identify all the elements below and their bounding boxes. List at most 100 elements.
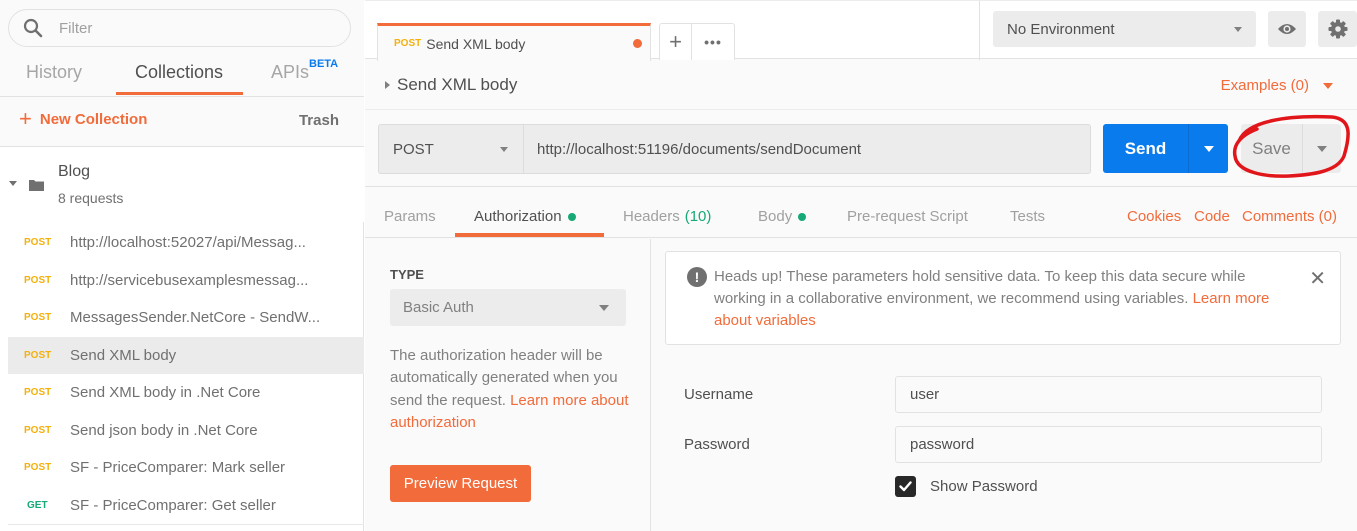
method-badge: POST [24, 462, 52, 474]
send-label: Send [1103, 124, 1189, 173]
tab-label: Body [758, 208, 793, 225]
tab-label: Pre-request Script [847, 208, 968, 225]
new-collection-label: New Collection [39, 110, 148, 128]
sidebar-tabs: History Collections APIs BETA [0, 52, 364, 97]
code-link[interactable]: Code [1194, 208, 1230, 225]
chevron-down-icon [1234, 27, 1242, 32]
close-icon[interactable]: ✕ [1309, 266, 1326, 291]
auth-description: The authorization header will be automat… [390, 345, 630, 434]
request-title-row: Send XML body Examples (0) [365, 60, 1357, 110]
send-options-button[interactable] [1189, 124, 1228, 173]
save-button[interactable]: Save [1241, 124, 1341, 173]
username-input[interactable] [910, 386, 1310, 403]
type-label: TYPE [390, 267, 424, 282]
filter-field[interactable] [8, 9, 351, 47]
cookies-link[interactable]: Cookies [1127, 208, 1181, 225]
tab-headers[interactable]: Headers (10) [623, 208, 711, 225]
environment-select[interactable]: No Environment [993, 11, 1256, 47]
collection-request-count: 8 requests [58, 190, 124, 206]
auth-type-panel: TYPE Basic Auth The authorization header… [365, 239, 651, 531]
new-collection-button[interactable]: + New Collection [19, 108, 148, 130]
tab-collections-label: Collections [135, 62, 224, 82]
examples-dropdown[interactable]: Examples (0) [1221, 77, 1333, 94]
folder-icon [29, 180, 44, 191]
method-select[interactable]: POST [378, 124, 524, 174]
method-badge: POST [24, 424, 52, 436]
eye-icon [1278, 24, 1296, 34]
method-badge: POST [24, 274, 52, 286]
tab-label: Headers [623, 208, 680, 225]
request-item-active[interactable]: POST Send XML body [8, 336, 364, 374]
request-name: http://localhost:52027/api/Messag... [70, 234, 306, 252]
password-field[interactable] [895, 426, 1322, 463]
ellipsis-icon: ••• [704, 34, 722, 50]
sidebar: History Collections APIsBETA + New Colle… [0, 0, 364, 531]
more-tabs-button[interactable]: ••• [692, 24, 734, 60]
environment-quick-look-button[interactable] [1268, 11, 1306, 47]
request-item[interactable]: POST Send json body in .Net Core [8, 412, 364, 450]
request-item[interactable]: GET SF - PriceComparer: Get seller [8, 487, 364, 525]
chevron-down-icon [599, 305, 609, 311]
trash-button[interactable]: Trash [299, 112, 339, 129]
method-badge: POST [24, 312, 52, 324]
expand-caret-icon[interactable] [385, 81, 390, 89]
save-options-button[interactable] [1303, 124, 1341, 173]
tab-pre-request-script[interactable]: Pre-request Script [847, 208, 968, 225]
tab-request-name: Send XML body [426, 35, 526, 52]
show-password-label[interactable]: Show Password [930, 478, 1038, 495]
request-item[interactable]: POST Send XML body in .Net Core [8, 374, 364, 412]
tab-authorization[interactable]: Authorization [474, 208, 576, 225]
alert-message: Heads up! These parameters hold sensitiv… [714, 268, 1246, 307]
request-title[interactable]: Send XML body [397, 75, 517, 95]
chevron-down-icon [500, 147, 508, 152]
environment-label: No Environment [1007, 20, 1115, 38]
open-request-tab[interactable]: POST Send XML body [377, 23, 651, 61]
tab-actions: + ••• [659, 23, 735, 60]
comments-link[interactable]: Comments (0) [1242, 208, 1337, 225]
new-tab-button[interactable]: + [660, 24, 692, 60]
auth-type-select[interactable]: Basic Auth [390, 289, 626, 326]
headers-count: (10) [684, 208, 712, 225]
tab-apis[interactable]: APIs BETA [271, 58, 338, 83]
tab-tests[interactable]: Tests [1010, 208, 1045, 225]
beta-badge: BETA [309, 58, 339, 70]
collection-item[interactable]: Blog 8 requests [0, 147, 364, 222]
request-item[interactable]: POST MessagesSender.NetCore - SendW... [8, 299, 364, 337]
method-badge: POST [24, 237, 52, 249]
save-label: Save [1241, 124, 1303, 173]
request-item[interactable]: POST SF - PriceComparer: Mark seller [8, 449, 364, 487]
tab-body[interactable]: Body [758, 208, 807, 225]
url-field[interactable] [523, 124, 1091, 174]
tab-params[interactable]: Params [384, 208, 436, 225]
username-field[interactable] [895, 376, 1322, 413]
auth-fields-panel: ! Heads up! These parameters hold sensit… [652, 239, 1357, 531]
main-panel: POST Send XML body + ••• No Environment [365, 0, 1357, 531]
request-name: http://servicebusexamplesmessag... [70, 271, 309, 289]
collapse-caret-icon[interactable] [9, 181, 17, 186]
examples-label: Examples (0) [1220, 77, 1309, 94]
tab-history[interactable]: History [26, 62, 82, 83]
checkmark-icon [899, 481, 912, 492]
request-item[interactable]: POST http://servicebusexamplesmessag... [8, 262, 364, 300]
alert-text: Heads up! These parameters hold sensitiv… [714, 266, 1284, 332]
tab-apis-label: APIs [271, 62, 310, 82]
url-bar: POST Send Save [365, 111, 1357, 187]
search-icon [23, 18, 43, 38]
tab-collections[interactable]: Collections [135, 62, 223, 83]
auth-type-value: Basic Auth [403, 299, 474, 316]
method-label: POST [393, 140, 434, 158]
show-password-checkbox[interactable] [895, 476, 916, 497]
preview-request-button[interactable]: Preview Request [390, 465, 531, 502]
filter-input[interactable] [59, 19, 319, 37]
username-label: Username [684, 386, 754, 403]
divider [979, 1, 980, 60]
gear-icon [1328, 19, 1347, 39]
send-button[interactable]: Send [1103, 124, 1228, 173]
settings-button[interactable] [1318, 11, 1357, 47]
tab-bar: POST Send XML body + ••• No Environment [365, 0, 1357, 61]
request-item[interactable]: POST http://localhost:52027/api/Messag... [8, 224, 364, 262]
url-input[interactable] [537, 140, 1077, 158]
password-input[interactable] [910, 436, 1310, 453]
sensitive-data-alert: ! Heads up! These parameters hold sensit… [665, 251, 1341, 345]
tab-method-badge: POST [394, 38, 422, 49]
